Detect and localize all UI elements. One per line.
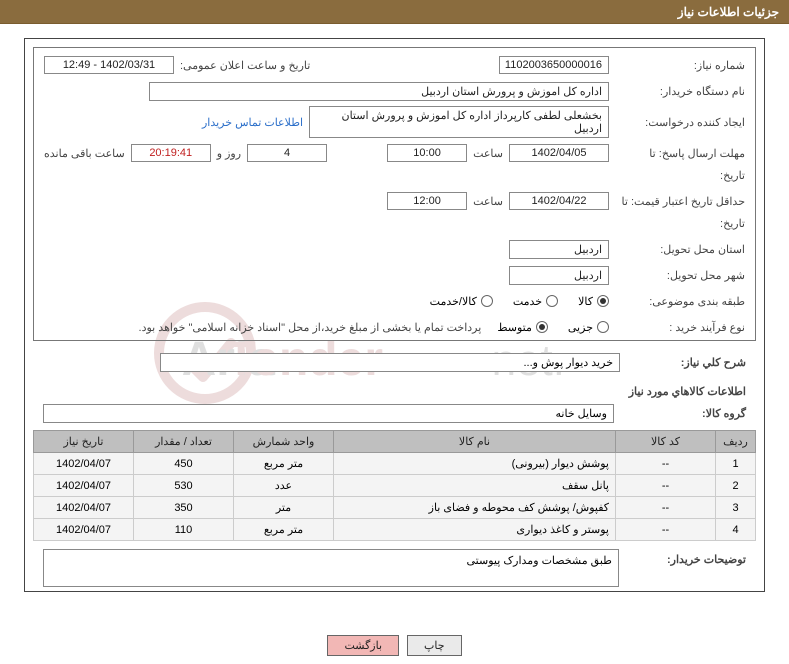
main-container: Aria Tender .net شماره نیاز: 11020036500… bbox=[24, 38, 765, 592]
buyer-note-value: طبق مشخصات ومدارک پیوستی bbox=[43, 549, 619, 587]
subject-option-0-label: کالا bbox=[578, 295, 593, 308]
cell-date: 1402/04/07 bbox=[34, 497, 134, 519]
cell-idx: 3 bbox=[716, 497, 756, 519]
cell-code: -- bbox=[616, 475, 716, 497]
cell-unit: متر مربع bbox=[234, 519, 334, 541]
radio-icon bbox=[536, 321, 548, 333]
summary-title-label: شرح کلي نياز: bbox=[626, 356, 746, 369]
subject-class-radios: کالا خدمت کالا/خدمت bbox=[430, 295, 609, 308]
cell-code: -- bbox=[616, 453, 716, 475]
th-date: تاریخ نیاز bbox=[34, 431, 134, 453]
announce-value: 1402/03/31 - 12:49 bbox=[44, 56, 174, 74]
goods-group-value: وسایل خانه bbox=[43, 404, 614, 423]
buyer-org-value: اداره کل اموزش و پرورش استان اردبیل bbox=[149, 82, 609, 101]
subject-class-label: طبقه بندی موضوعی: bbox=[615, 295, 745, 308]
days-label: روز و bbox=[217, 147, 241, 160]
buyer-note-label: توضیحات خریدار: bbox=[629, 549, 746, 566]
date-sublabel-2: تاریخ: bbox=[615, 217, 745, 230]
subject-option-1-label: خدمت bbox=[513, 295, 542, 308]
purchase-type-label: نوع فرآیند خرید : bbox=[615, 321, 745, 334]
table-row: 3--کفپوش/ پوشش کف محوطه و فضای بازمتر350… bbox=[34, 497, 756, 519]
page-title: جزئیات اطلاعات نیاز bbox=[678, 5, 779, 19]
summary-title-value: خرید دیوار پوش و... bbox=[160, 353, 620, 372]
cell-idx: 2 bbox=[716, 475, 756, 497]
table-row: 1--پوشش دیوار (بیرونی)متر مربع4501402/04… bbox=[34, 453, 756, 475]
need-no-value: 1102003650000016 bbox=[499, 56, 609, 74]
back-button[interactable]: بازگشت bbox=[327, 635, 399, 656]
delivery-province-label: استان محل تحویل: bbox=[615, 243, 745, 256]
th-qty: تعداد / مقدار bbox=[134, 431, 234, 453]
deadline-date: 1402/04/05 bbox=[509, 144, 609, 162]
radio-icon bbox=[481, 295, 493, 307]
radio-icon bbox=[546, 295, 558, 307]
purchase-option-1-label: متوسط bbox=[497, 321, 532, 334]
delivery-province-value: اردبیل bbox=[509, 240, 609, 259]
th-unit: واحد شمارش bbox=[234, 431, 334, 453]
details-panel: شماره نیاز: 1102003650000016 تاریخ و ساع… bbox=[33, 47, 756, 341]
buyer-org-label: نام دستگاه خریدار: bbox=[615, 85, 745, 98]
goods-group-label: گروه کالا: bbox=[630, 407, 746, 420]
cell-code: -- bbox=[616, 497, 716, 519]
validity-date: 1402/04/22 bbox=[509, 192, 609, 210]
cell-date: 1402/04/07 bbox=[34, 519, 134, 541]
table-header-row: ردیف کد کالا نام کالا واحد شمارش تعداد /… bbox=[34, 431, 756, 453]
cell-name: پوشش دیوار (بیرونی) bbox=[334, 453, 616, 475]
cell-qty: 350 bbox=[134, 497, 234, 519]
footer-buttons: چاپ بازگشت bbox=[0, 635, 789, 656]
cell-unit: متر bbox=[234, 497, 334, 519]
cell-unit: متر مربع bbox=[234, 453, 334, 475]
cell-name: کفپوش/ پوشش کف محوطه و فضای باز bbox=[334, 497, 616, 519]
cell-name: پانل سقف bbox=[334, 475, 616, 497]
table-row: 2--پانل سقفعدد5301402/04/07 bbox=[34, 475, 756, 497]
purchase-option-1[interactable]: متوسط bbox=[497, 321, 548, 334]
deadline-time: 10:00 bbox=[387, 144, 467, 162]
validity-time: 12:00 bbox=[387, 192, 467, 210]
cell-qty: 530 bbox=[134, 475, 234, 497]
th-name: نام کالا bbox=[334, 431, 616, 453]
subject-option-0[interactable]: کالا bbox=[578, 295, 609, 308]
deadline-until-label: مهلت ارسال پاسخ: تا bbox=[615, 147, 745, 160]
page-header: جزئیات اطلاعات نیاز bbox=[0, 0, 789, 24]
goods-info-label: اطلاعات كالاهاي مورد نياز bbox=[33, 385, 746, 398]
subject-option-2[interactable]: کالا/خدمت bbox=[430, 295, 493, 308]
cell-name: پوستر و کاغذ دیواری bbox=[334, 519, 616, 541]
need-no-label: شماره نیاز: bbox=[615, 59, 745, 72]
cell-code: -- bbox=[616, 519, 716, 541]
purchase-type-radios: جزیی متوسط bbox=[497, 321, 609, 334]
purchase-note: پرداخت تمام یا بخشی از مبلغ خرید،از محل … bbox=[139, 321, 482, 334]
subject-option-2-label: کالا/خدمت bbox=[430, 295, 477, 308]
radio-icon bbox=[597, 321, 609, 333]
cell-date: 1402/04/07 bbox=[34, 453, 134, 475]
hour-label-1: ساعت bbox=[473, 147, 503, 160]
buyer-contact-link[interactable]: اطلاعات تماس خریدار bbox=[202, 116, 303, 129]
th-code: کد کالا bbox=[616, 431, 716, 453]
remaining-label: ساعت باقی مانده bbox=[44, 147, 125, 160]
validity-until-label: حداقل تاریخ اعتبار قیمت: تا bbox=[615, 195, 745, 208]
announce-label: تاریخ و ساعت اعلان عمومی: bbox=[180, 59, 310, 72]
subject-option-1[interactable]: خدمت bbox=[513, 295, 558, 308]
goods-table: ردیف کد کالا نام کالا واحد شمارش تعداد /… bbox=[33, 430, 756, 541]
date-sublabel-1: تاریخ: bbox=[615, 169, 745, 182]
purchase-option-0-label: جزیی bbox=[568, 321, 593, 334]
days-count: 4 bbox=[247, 144, 327, 162]
purchase-option-0[interactable]: جزیی bbox=[568, 321, 609, 334]
cell-unit: عدد bbox=[234, 475, 334, 497]
th-idx: ردیف bbox=[716, 431, 756, 453]
requester-value: بخشعلی لطفی کارپرداز اداره کل اموزش و پر… bbox=[309, 106, 609, 138]
cell-idx: 4 bbox=[716, 519, 756, 541]
hour-label-2: ساعت bbox=[473, 195, 503, 208]
countdown: 20:19:41 bbox=[131, 144, 211, 162]
cell-idx: 1 bbox=[716, 453, 756, 475]
cell-qty: 450 bbox=[134, 453, 234, 475]
table-row: 4--پوستر و کاغذ دیواریمتر مربع1101402/04… bbox=[34, 519, 756, 541]
radio-icon bbox=[597, 295, 609, 307]
delivery-city-value: اردبیل bbox=[509, 266, 609, 285]
cell-date: 1402/04/07 bbox=[34, 475, 134, 497]
cell-qty: 110 bbox=[134, 519, 234, 541]
delivery-city-label: شهر محل تحویل: bbox=[615, 269, 745, 282]
print-button[interactable]: چاپ bbox=[407, 635, 462, 656]
requester-label: ایجاد کننده درخواست: bbox=[615, 116, 745, 129]
